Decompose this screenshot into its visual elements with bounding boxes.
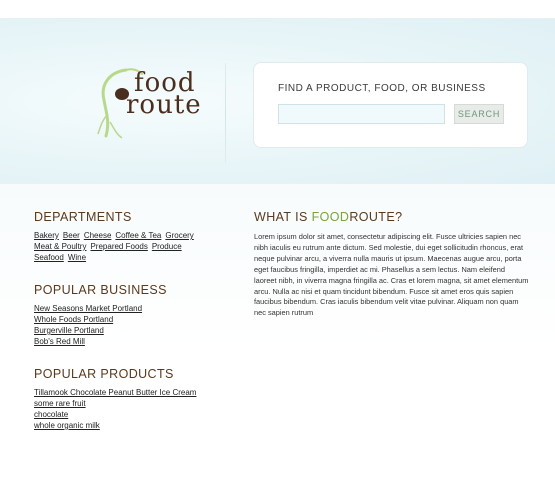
search-button[interactable]: SEARCH: [454, 104, 504, 124]
hero-divider: [225, 63, 226, 163]
business-link[interactable]: Whole Foods Portland: [34, 314, 230, 325]
department-link-prepared-foods[interactable]: Prepared Foods: [90, 241, 147, 252]
department-link-produce[interactable]: Produce: [152, 241, 182, 252]
department-link-beer[interactable]: Beer: [63, 230, 80, 241]
about-title-highlight: FOOD: [311, 210, 350, 224]
top-navigation-strip: [0, 0, 555, 18]
business-link[interactable]: New Seasons Market Portland: [34, 303, 230, 314]
departments-links: Bakery Beer Cheese Coffee & Tea Grocery Meat…: [34, 230, 234, 263]
product-link[interactable]: whole organic milk: [34, 420, 230, 431]
business-link[interactable]: Bob's Red Mill: [34, 336, 230, 347]
departments-title: DEPARTMENTS: [34, 210, 132, 224]
popular-business-section: POPULAR BUSINESS New Seasons Market Port…: [34, 283, 234, 347]
product-link[interactable]: some rare fruit: [34, 398, 230, 409]
about-title-suffix: ROUTE?: [349, 210, 403, 224]
logo-word-route: route: [126, 90, 202, 120]
browse-column: DEPARTMENTS Bakery Beer Cheese Coffee & Tea…: [34, 210, 234, 451]
about-title: WHAT IS FOODROUTE?: [254, 210, 529, 224]
department-link-grocery[interactable]: Grocery: [165, 230, 193, 241]
search-label: FIND A PRODUCT, FOOD, OR BUSINESS: [278, 83, 486, 94]
about-column: WHAT IS FOODROUTE? Lorem ipsum dolor sit…: [254, 210, 529, 319]
popular-products-links: Tillamook Chocolate Peanut Butter Ice Cr…: [34, 387, 234, 431]
department-link-bakery[interactable]: Bakery: [34, 230, 59, 241]
about-title-prefix: WHAT IS: [254, 210, 312, 224]
popular-business-title: POPULAR BUSINESS: [34, 283, 167, 297]
popular-products-section: POPULAR PRODUCTS Tillamook Chocolate Pea…: [34, 367, 234, 431]
product-link[interactable]: chocolate: [34, 409, 230, 420]
department-link-meat-poultry[interactable]: Meat & Poultry: [34, 241, 86, 252]
department-link-coffee-tea[interactable]: Coffee & Tea: [115, 230, 161, 241]
department-link-wine[interactable]: Wine: [68, 252, 86, 263]
popular-business-links: New Seasons Market Portland Whole Foods …: [34, 303, 234, 347]
departments-section: DEPARTMENTS Bakery Beer Cheese Coffee & Tea…: [34, 210, 234, 263]
search-panel: FIND A PRODUCT, FOOD, OR BUSINESS SEARCH: [253, 62, 528, 148]
foodroute-logo[interactable]: food route: [96, 64, 216, 140]
business-link[interactable]: Burgerville Portland: [34, 325, 230, 336]
department-link-cheese[interactable]: Cheese: [84, 230, 112, 241]
search-input[interactable]: [278, 104, 445, 124]
department-link-seafood[interactable]: Seafood: [34, 252, 64, 263]
product-link[interactable]: Tillamook Chocolate Peanut Butter Ice Cr…: [34, 387, 230, 398]
about-body: Lorem ipsum dolor sit amet, consectetur …: [254, 232, 529, 318]
popular-products-title: POPULAR PRODUCTS: [34, 367, 174, 381]
